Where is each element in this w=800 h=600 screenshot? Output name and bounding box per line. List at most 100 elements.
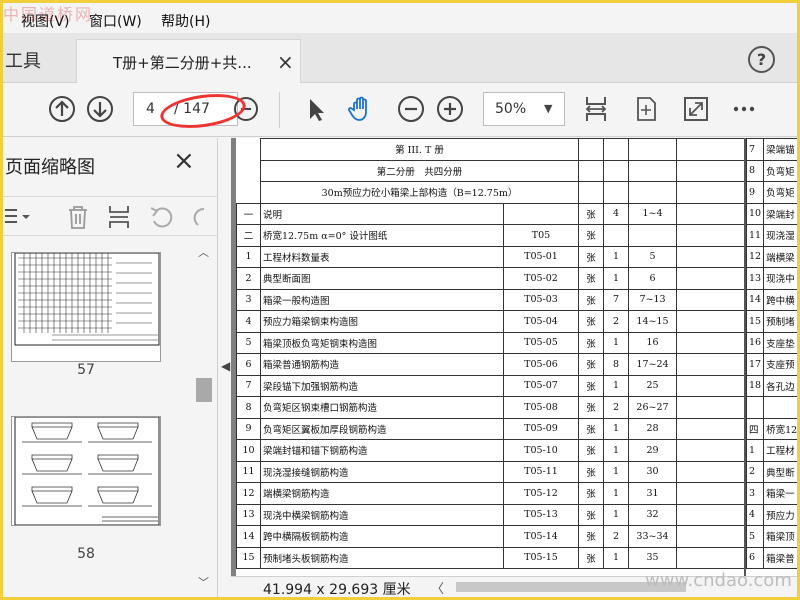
hand-tool-icon[interactable] [346, 94, 376, 124]
tab-document-title: T册+第二分册+共... [113, 54, 252, 72]
cell-unit: 张 [578, 546, 604, 569]
cell-no: 2 [745, 460, 765, 483]
cell-name: 负弯矩区钢束槽口钢筋构造 [260, 396, 504, 419]
tab-bar: 工具 T册+第二分册+共... × ? [3, 33, 797, 83]
chevron-up-icon[interactable]: ︿ [198, 244, 209, 260]
cell-unit: 张 [578, 310, 604, 333]
cell-count: 1 [603, 374, 629, 397]
cell-pages: 1~4 [628, 202, 677, 225]
thumbnails-scrollbar[interactable]: ︿ ﹀ [194, 242, 214, 594]
previous-page-icon[interactable] [47, 94, 77, 124]
cell-empty [676, 396, 751, 419]
select-cursor-icon[interactable] [301, 94, 331, 124]
cell-unit: 张 [578, 245, 604, 268]
cell-name: 跨中横隔板钢筋构造 [260, 525, 504, 548]
drawing-index-table: 第 III. T 册 第二分册 共四分册 30m预应力砼小箱梁上部构造（B=12… [236, 138, 751, 569]
cell-pages: 35 [628, 546, 677, 569]
zoom-out-icon[interactable] [396, 94, 426, 124]
index-row: 16 支座垫 [745, 331, 797, 354]
cell-name: 支座垫 [763, 331, 797, 354]
tab-tools[interactable]: 工具 [5, 47, 41, 73]
fit-width-icon[interactable] [581, 94, 611, 124]
document-page: 第 III. T 册 第二分册 共四分册 30m预应力砼小箱梁上部构造（B=12… [236, 138, 751, 576]
index-row: 14 跨中横 [745, 288, 797, 311]
cell-empty [676, 353, 751, 376]
cell-name: 箱梁普通钢筋构造 [260, 353, 504, 376]
cell-code: T05-01 [503, 245, 579, 268]
cell-no: 8 [236, 396, 261, 419]
tab-document[interactable]: T册+第二分册+共... × [76, 39, 301, 83]
index-row: 10 梁端封锚和锚下钢筋构造 T05-10 张 1 29 [236, 439, 751, 462]
header-structure: 30m预应力砼小箱梁上部构造（B=12.75m） [260, 181, 579, 204]
index-row: 3 箱梁一般构造图 T05-03 张 7 7~13 [236, 288, 751, 311]
next-page-icon[interactable] [85, 94, 115, 124]
more-options-icon[interactable] [729, 94, 759, 124]
cell-unit: 张 [578, 267, 604, 290]
cell-no: 8 [745, 159, 765, 182]
rotate-right-icon[interactable] [188, 203, 216, 231]
cell-name: 工程材料数量表 [260, 245, 504, 268]
scrollbar-thumb[interactable] [196, 378, 212, 402]
index-row: 7 梁段锚下加强钢筋构造 T05-07 张 1 25 [236, 374, 751, 397]
toolbar: 4 / 147 50% ▼ [3, 84, 797, 137]
zoom-in-icon[interactable] [435, 94, 465, 124]
cell-name: 典型断 [763, 460, 797, 483]
cell-no: 11 [236, 460, 261, 483]
cell-pages: 28 [628, 417, 677, 440]
cell-count: 4 [603, 202, 629, 225]
cell-unit: 张 [578, 396, 604, 419]
index-row: 13 现浇中 [745, 267, 797, 290]
cell-no: 一 [236, 202, 261, 225]
insert-page-icon[interactable] [106, 203, 132, 231]
cell-code: T05-14 [503, 525, 579, 548]
cell-name: 梁端封锚和锚下钢筋构造 [260, 439, 504, 462]
tab-close-button[interactable]: × [277, 50, 294, 74]
header-volume: 第 III. T 册 [260, 138, 579, 161]
index-row: 2 典型断 [745, 460, 797, 483]
cell-name: 箱梁普 [763, 546, 797, 569]
cell-code: T05-04 [503, 310, 579, 333]
cell-count: 1 [603, 331, 629, 354]
cell-no: 5 [236, 331, 261, 354]
cell-no: 18 [745, 374, 765, 397]
cell-empty [676, 525, 751, 548]
app-window: 中国道桥网 视图(V) 窗口(W) 帮助(H) 工具 T册+第二分册+共... … [3, 3, 797, 597]
rotate-page-icon[interactable] [631, 94, 661, 124]
cell-empty [676, 288, 751, 311]
cell-no: 12 [745, 245, 765, 268]
index-row: 8 负弯矩区钢束槽口钢筋构造 T05-08 张 2 26~27 [236, 396, 751, 419]
cell-no: 1 [745, 439, 765, 462]
menu-help[interactable]: 帮助(H) [161, 11, 210, 31]
page-thumbnail[interactable] [11, 416, 161, 526]
trash-icon[interactable] [65, 203, 91, 231]
document-view[interactable]: 第 III. T 册 第二分册 共四分册 30m预应力砼小箱梁上部构造（B=12… [231, 138, 797, 576]
cell-unit: 张 [578, 331, 604, 354]
cell-pages: 26~27 [628, 396, 677, 419]
options-menu-icon[interactable] [3, 205, 33, 229]
cell-code: T05-02 [503, 267, 579, 290]
cell-pages: 32 [628, 503, 677, 526]
chevron-down-icon[interactable]: ﹀ [198, 574, 209, 590]
rotate-left-icon[interactable] [148, 203, 176, 231]
menu-window[interactable]: 窗口(W) [89, 11, 142, 31]
index-row: 二桥宽12.75m α=0° 设计图纸 T05 张 [236, 224, 751, 247]
menu-view[interactable]: 视图(V) [21, 11, 70, 31]
thumbnails-close-button[interactable]: × [173, 146, 195, 176]
index-row: 18 各孔边 [745, 374, 797, 397]
cell-name: 现浇中 [763, 267, 797, 290]
page-number-input[interactable]: 4 [146, 101, 155, 117]
fullscreen-icon[interactable] [681, 94, 711, 124]
page-thumbnail[interactable] [11, 252, 161, 362]
zoom-select[interactable]: 50% ▼ [483, 92, 565, 126]
help-button[interactable]: ? [748, 46, 775, 73]
header-part: 第二分册 共四分册 [260, 159, 579, 182]
cell-pages [628, 224, 677, 247]
cell-name: 端横梁钢筋构造 [260, 482, 504, 505]
collapse-panel-icon[interactable]: ◀ [221, 359, 230, 373]
cell-pages: 7~13 [628, 288, 677, 311]
cell-no: 6 [745, 546, 765, 569]
cell-no: 13 [745, 267, 765, 290]
cell-pages: 6 [628, 267, 677, 290]
chevron-left-icon[interactable]: 〈 [431, 578, 444, 597]
cell-pages: 16 [628, 331, 677, 354]
